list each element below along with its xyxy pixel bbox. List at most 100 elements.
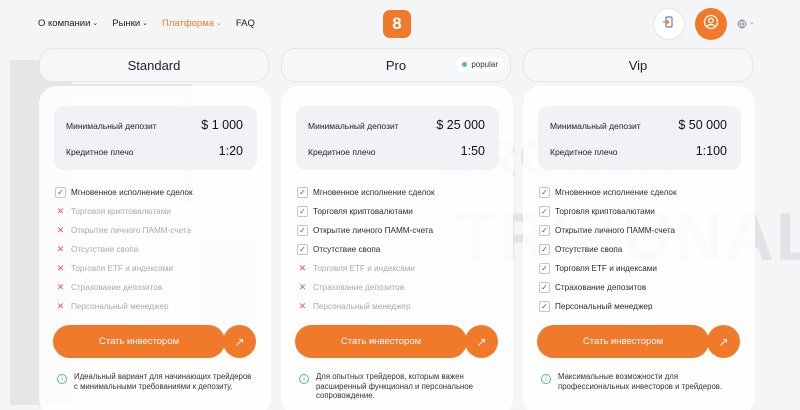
checkbox-checked-icon: ✓ [539,282,550,293]
chevron-down-icon: ⌄ [749,19,755,26]
plan-note-text: Для опытных трейдеров, которым важен рас… [316,372,474,401]
leverage-row: Кредитное плечо 1:20 [66,144,243,158]
nav-item-label: Рынки [112,18,141,29]
feature-item: ✕ Страхование депозитов [55,278,193,297]
status-dot-icon [462,62,468,67]
feature-label: Персональный менеджер [313,302,411,311]
plan-parameters: Минимальный депозит $ 1 000 Кредитное пл… [54,106,257,170]
feature-item: ✓ Открытие личного ПАММ-счета [297,221,435,240]
checkbox-checked-icon: ✓ [297,225,308,236]
cross-icon: ✕ [56,282,65,292]
open-plan-button[interactable]: ↗ [707,325,740,358]
plan-name: Pro [385,57,407,73]
leverage-value: 1:50 [460,144,485,158]
checkbox-checked-icon: ✓ [539,225,550,236]
feature-item: ✕ Открытие личного ПАММ-счета [55,221,193,240]
feature-label: Торговля ETF и индексами [555,264,658,273]
info-icon: i [299,374,309,384]
leverage-value: 1:20 [218,144,243,158]
deposit-row: Минимальный депозит $ 25 000 [308,118,485,132]
feature-label: Открытие личного ПАММ-счета [71,226,192,235]
chevron-down-icon: ⌄ [92,19,99,27]
checkbox-checked-icon: ✓ [297,187,308,198]
arrow-up-right-icon: ↗ [234,334,245,349]
language-selector[interactable]: ⌄ [737,19,755,31]
open-plan-button[interactable]: ↗ [465,325,498,358]
feature-list: ✓ Мгновенное исполнение сделок ✓ Торговля к… [297,183,435,316]
plan-note: i Идеальный вариант для начинающих трейд… [57,372,257,391]
account-button[interactable] [695,8,727,40]
plan-parameters: Минимальный депозит $ 50 000 Кредитное п… [538,106,741,170]
feature-item: ✓ Отсутствие свопа [297,240,435,259]
checkbox-checked-icon: ✓ [539,187,550,198]
nav-item-label: Платформа [162,18,215,29]
plan-note: i Для опытных трейдеров, которым важен р… [299,372,499,401]
button-label: Стать инвестором [340,336,422,347]
plan-name: Vip [628,57,648,73]
popular-badge: popular [456,57,504,72]
feature-label: Персональный менеджер [555,302,653,311]
button-label: Стать инвестором [582,336,664,347]
open-plan-button[interactable]: ↗ [223,325,256,358]
deposit-value: $ 50 000 [678,118,727,132]
become-investor-button[interactable]: Стать инвестором [537,325,709,358]
cross-icon: ✕ [56,263,65,273]
brand-logo[interactable]: 8 [383,10,411,38]
deposit-label: Минимальный депозит [550,121,641,131]
nav-item-platform[interactable]: Платформа ⌄ [162,18,222,29]
feature-item: ✓ Торговля ETF и индексами [539,259,677,278]
feature-label: Отсутствие свопа [313,245,381,254]
arrow-up-right-icon: ↗ [718,334,729,349]
feature-label: Торговля ETF и индексами [71,264,174,273]
main-nav: О компании ⌄ Рынки ⌄ Платформа ⌄ FAQ [38,18,255,29]
chevron-down-icon: ⌄ [216,19,222,27]
plan-tab-vip[interactable]: Vip [523,48,753,82]
info-icon: i [57,374,67,384]
nav-item-about[interactable]: О компании ⌄ [38,18,98,29]
feature-item: ✕ Торговля криптовалютами [55,202,193,221]
checkbox-checked-icon: ✓ [539,301,550,312]
nav-item-label: FAQ [235,18,255,29]
plan-card-pro: Минимальный депозит $ 25 000 Кредитное п… [281,86,513,410]
become-investor-button[interactable]: Стать инвестором [53,325,225,358]
chevron-down-icon: ⌄ [142,19,149,27]
nav-item-faq[interactable]: FAQ [236,18,255,29]
feature-label: Открытие личного ПАММ-счета [555,226,676,235]
plan-card-standard: Минимальный депозит $ 1 000 Кредитное пл… [39,86,271,410]
feature-label: Торговля криптовалютами [313,207,413,216]
feature-item: ✕ Торговля ETF и индексами [55,259,193,278]
feature-item: ✓ Мгновенное исполнение сделок [297,183,435,202]
user-circle-icon [703,14,719,35]
plan-tab-pro[interactable]: Pro popular [281,48,511,82]
feature-item: ✕ Персональный менеджер [297,297,435,316]
plan-note-text: Идеальный вариант для начинающих трейдер… [74,372,252,391]
plan-card-vip: Минимальный депозит $ 50 000 Кредитное п… [523,86,755,410]
top-navigation-bar: О компании ⌄ Рынки ⌄ Платформа ⌄ FAQ 8 ⌄ [0,0,800,50]
login-button[interactable] [653,8,685,40]
deposit-value: $ 25 000 [436,118,485,132]
cross-icon: ✕ [56,225,65,235]
checkbox-checked-icon: ✓ [539,206,550,217]
become-investor-button[interactable]: Стать инвестором [295,325,467,358]
checkbox-checked-icon: ✓ [297,244,308,255]
plan-tab-standard[interactable]: Standard [39,48,269,82]
deposit-label: Минимальный депозит [66,121,157,131]
nav-item-label: О компании [38,18,91,29]
feature-label: Страхование депозитов [555,283,647,292]
feature-label: Торговля ETF и индексами [313,264,416,273]
feature-item: ✓ Мгновенное исполнение сделок [55,183,193,202]
nav-item-markets[interactable]: Рынки ⌄ [112,18,148,29]
globe-icon [737,19,747,31]
feature-label: Торговля криптовалютами [71,207,171,216]
checkbox-checked-icon: ✓ [297,206,308,217]
logo-glyph: 8 [392,14,402,33]
leverage-label: Кредитное плечо [66,147,134,157]
plan-parameters: Минимальный депозит $ 25 000 Кредитное п… [296,106,499,170]
feature-item: ✓ Торговля криптовалютами [297,202,435,221]
checkbox-checked-icon: ✓ [55,187,66,198]
checkbox-checked-icon: ✓ [539,244,550,255]
deposit-value: $ 1 000 [201,118,243,132]
feature-list: ✓ Мгновенное исполнение сделок ✕ Торговля к… [55,183,193,316]
feature-label: Мгновенное исполнение сделок [555,188,677,197]
feature-item: ✓ Мгновенное исполнение сделок [539,183,677,202]
